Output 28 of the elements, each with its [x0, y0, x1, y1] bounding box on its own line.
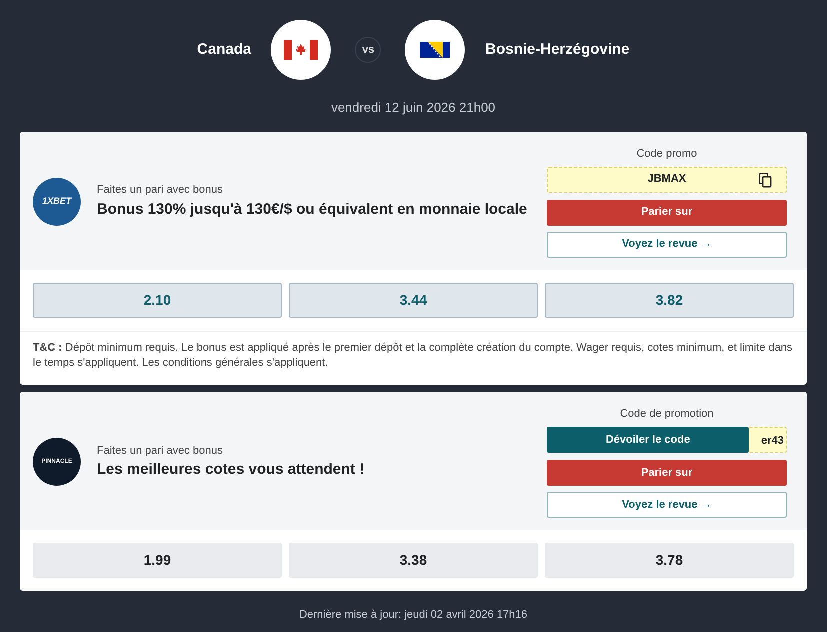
- bookmaker-logo: 1XBET: [33, 178, 81, 226]
- offer-tagline: Faites un pari avec bonus: [97, 183, 224, 198]
- copy-icon[interactable]: [759, 172, 772, 188]
- offer-title: Les meilleures cotes vous attendent !: [97, 460, 366, 480]
- promo-code-label: Code promo: [636, 147, 698, 162]
- reveal-code-button[interactable]: Dévoiler le code: [547, 426, 750, 453]
- odds-button[interactable]: 3.82: [545, 282, 794, 318]
- odds-button[interactable]: 3.38: [289, 542, 538, 578]
- promo-code-label: Code de promotion: [619, 407, 715, 422]
- promo-code-fragment: er43: [761, 434, 784, 449]
- odds-button[interactable]: 2.10: [33, 282, 282, 318]
- match-date: vendredi 12 juin 2026 21h00: [331, 100, 496, 115]
- last-updated: Dernière mise à jour: jeudi 02 avril 2026 17h16: [299, 608, 528, 621]
- versus-label: vs: [355, 37, 382, 63]
- terms-text: T&C : Dépôt minimum requis. Le bonus est appliqué après le premier dépôt et la complète création du compte. Wager requis, cotes minimum, et limite dans le temps s'appliquent. Les conditions générales s'appliquent.: [20, 330, 807, 386]
- offer-title: Bonus 130% jusqu'à 130€/$ ou équivalent en monnaie locale: [97, 200, 528, 220]
- odds-button[interactable]: 1.99: [33, 542, 282, 578]
- odds-button[interactable]: 3.78: [545, 542, 794, 578]
- bet-button[interactable]: Parier sur: [547, 200, 787, 226]
- promo-code-field[interactable]: JBMAX: [547, 166, 787, 192]
- team-name: Canada: [197, 40, 252, 60]
- review-link[interactable]: Voyez le revue →: [547, 492, 787, 518]
- team-name: Bosnie-Herzégovine: [485, 40, 630, 60]
- bet-button[interactable]: Parier sur: [547, 460, 787, 486]
- review-link[interactable]: Voyez le revue →: [547, 232, 787, 258]
- offer-tagline: Faites un pari avec bonus: [97, 444, 224, 459]
- promo-code: JBMAX: [648, 172, 686, 188]
- odds-button[interactable]: 3.44: [289, 282, 538, 318]
